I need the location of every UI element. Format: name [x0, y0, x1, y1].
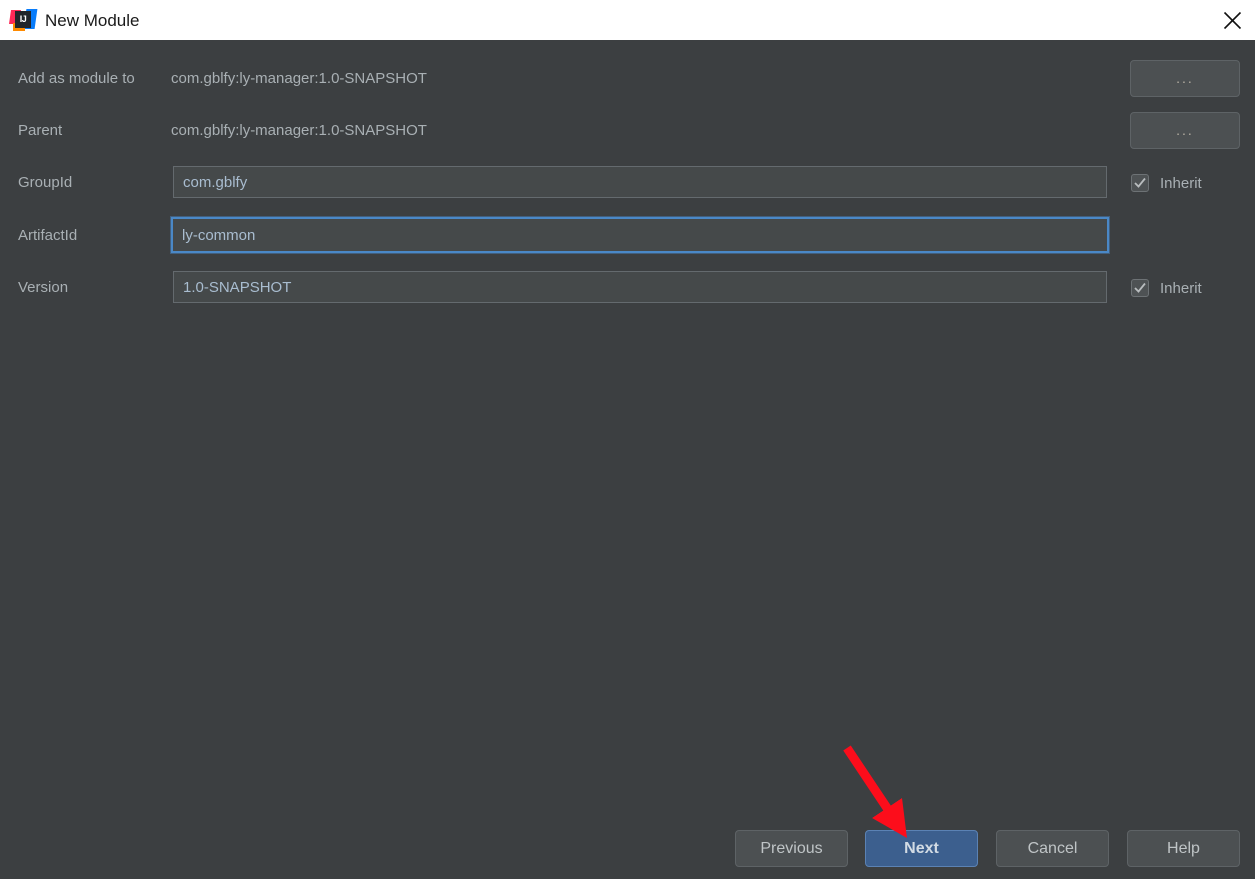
- close-button[interactable]: [1209, 0, 1255, 40]
- value-parent: com.gblfy:ly-manager:1.0-SNAPSHOT: [171, 122, 427, 139]
- browse-button-add-as-module-to[interactable]: ...: [1130, 60, 1240, 97]
- groupid-input[interactable]: [173, 166, 1107, 198]
- close-icon: [1223, 11, 1241, 29]
- row-add-as-module-to: Add as module to com.gblfy:ly-manager:1.…: [0, 60, 1255, 97]
- label-add-as-module-to: Add as module to: [18, 70, 135, 87]
- next-button[interactable]: Next: [865, 830, 978, 867]
- label-version: Version: [18, 279, 69, 296]
- cancel-button[interactable]: Cancel: [996, 830, 1109, 867]
- row-groupid: GroupId Inherit: [0, 166, 1255, 200]
- browse-button-parent[interactable]: ...: [1130, 112, 1240, 149]
- row-parent: Parent com.gblfy:ly-manager:1.0-SNAPSHOT…: [0, 112, 1255, 149]
- label-parent: Parent: [18, 122, 63, 139]
- label-artifactid: ArtifactId: [18, 227, 78, 244]
- checkbox-box-version: [1131, 279, 1149, 297]
- inherit-checkbox-groupid[interactable]: Inherit: [1131, 166, 1202, 200]
- previous-button[interactable]: Previous: [735, 830, 848, 867]
- checkbox-box-groupid: [1131, 174, 1149, 192]
- label-groupid: GroupId: [18, 174, 73, 191]
- help-button[interactable]: Help: [1127, 830, 1240, 867]
- logo-text: IJ: [19, 14, 27, 24]
- row-artifactid: ArtifactId: [0, 217, 1255, 253]
- dialog-titlebar: IJ New Module: [0, 0, 1255, 40]
- inherit-checkbox-version[interactable]: Inherit: [1131, 271, 1202, 305]
- dialog-body: Add as module to com.gblfy:ly-manager:1.…: [0, 40, 1255, 879]
- check-icon: [1134, 282, 1146, 293]
- intellij-idea-logo-icon: IJ: [9, 9, 38, 31]
- value-add-as-module-to: com.gblfy:ly-manager:1.0-SNAPSHOT: [171, 70, 427, 87]
- artifactid-input[interactable]: [171, 217, 1109, 253]
- inherit-label-version: Inherit: [1160, 279, 1202, 297]
- dialog-title: New Module: [45, 10, 140, 30]
- check-icon: [1134, 177, 1146, 188]
- row-version: Version Inherit: [0, 271, 1255, 305]
- new-module-dialog: IJ New Module Add as module to com.gblfy…: [0, 0, 1255, 879]
- version-input[interactable]: [173, 271, 1107, 303]
- inherit-label-groupid: Inherit: [1160, 174, 1202, 192]
